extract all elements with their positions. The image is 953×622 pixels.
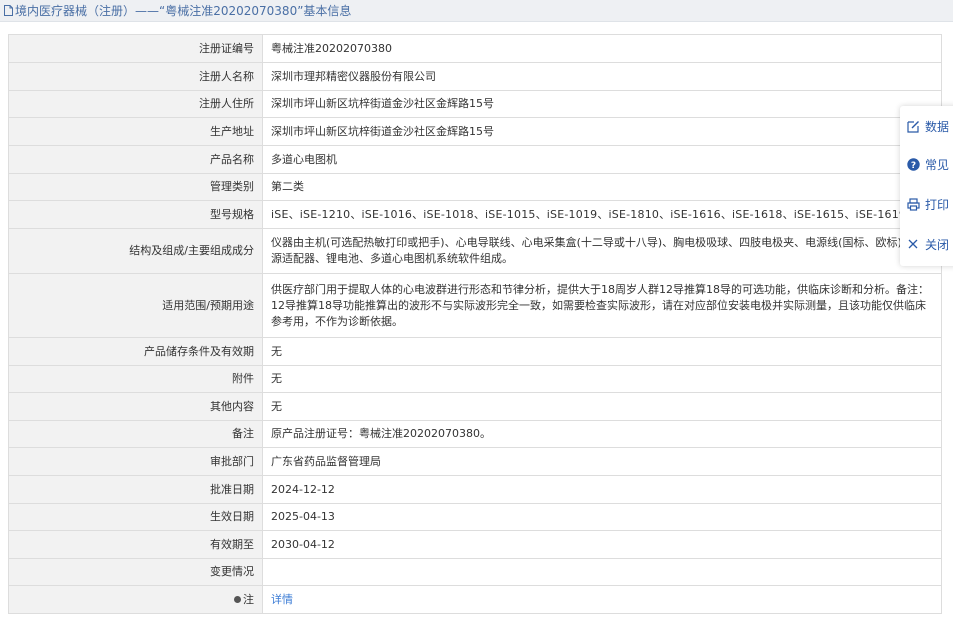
table-row: 注册证编号 粤械注准20202070380 xyxy=(8,34,942,63)
row-value: 无 xyxy=(262,337,942,366)
row-label: 审批部门 xyxy=(8,447,263,476)
row-label: 生产地址 xyxy=(8,117,263,146)
row-label: 批准日期 xyxy=(8,475,263,504)
row-label-note: 注 xyxy=(8,585,263,614)
table-row: 型号规格 iSE、iSE-1210、iSE-1016、iSE-1018、iSE-… xyxy=(8,200,942,229)
row-value: 无 xyxy=(262,392,942,421)
row-value: 无 xyxy=(262,365,942,393)
row-value xyxy=(262,558,942,586)
row-label: 型号规格 xyxy=(8,200,263,229)
row-value: 深圳市坪山新区坑梓街道金沙社区金辉路15号 xyxy=(262,90,942,118)
table-row: 批准日期 2024-12-12 xyxy=(8,475,942,504)
page-header: 境内医疗器械（注册）——“粤械注准20202070380”基本信息 xyxy=(0,0,953,22)
row-label: 其他内容 xyxy=(8,392,263,421)
side-toolbar: 数据 ? 常见 打印 关闭 xyxy=(900,106,953,266)
table-row: 生产地址 深圳市坪山新区坑梓街道金沙社区金辉路15号 xyxy=(8,117,942,146)
close-button[interactable]: 关闭 xyxy=(900,228,953,260)
row-label: 产品储存条件及有效期 xyxy=(8,337,263,366)
row-label: 管理类别 xyxy=(8,173,263,201)
document-icon xyxy=(4,5,13,16)
row-value: 仪器由主机(可选配热敏打印或把手)、心电导联线、心电采集盒(十二导或十八导)、胸… xyxy=(262,228,942,274)
page-title: 境内医疗器械（注册）——“粤械注准20202070380”基本信息 xyxy=(15,4,352,18)
printer-icon xyxy=(906,197,920,211)
row-label: 注册证编号 xyxy=(8,34,263,63)
row-value: 深圳市坪山新区坑梓街道金沙社区金辉路15号 xyxy=(262,117,942,146)
row-value: 多道心电图机 xyxy=(262,145,942,174)
print-button[interactable]: 打印 xyxy=(900,188,953,220)
row-label: 注册人住所 xyxy=(8,90,263,118)
faq-button-label: 常见 xyxy=(925,157,950,172)
table-row: 注册人名称 深圳市理邦精密仪器股份有限公司 xyxy=(8,62,942,91)
row-value: 2030-04-12 xyxy=(262,530,942,559)
row-label: 生效日期 xyxy=(8,503,263,531)
row-label: 注 xyxy=(243,592,254,606)
info-table: 注册证编号 粤械注准20202070380 注册人名称 深圳市理邦精密仪器股份有… xyxy=(8,34,942,614)
row-value: 深圳市理邦精密仪器股份有限公司 xyxy=(262,62,942,91)
table-row: 结构及组成/主要组成成分 仪器由主机(可选配热敏打印或把手)、心电导联线、心电采… xyxy=(8,228,942,274)
table-row: 其他内容 无 xyxy=(8,392,942,421)
edit-icon xyxy=(906,119,920,133)
svg-text:?: ? xyxy=(910,161,915,171)
question-icon: ? xyxy=(906,157,920,171)
close-icon xyxy=(906,237,920,251)
details-link[interactable]: 详情 xyxy=(271,593,293,606)
row-value: iSE、iSE-1210、iSE-1016、iSE-1018、iSE-1015、… xyxy=(262,200,942,229)
table-row: 有效期至 2030-04-12 xyxy=(8,530,942,559)
row-label: 结构及组成/主要组成成分 xyxy=(8,228,263,274)
table-row: 生效日期 2025-04-13 xyxy=(8,503,942,531)
row-value: 2025-04-13 xyxy=(262,503,942,531)
table-row: 注 详情 xyxy=(8,585,942,614)
row-value: 原产品注册证号：粤械注准20202070380。 xyxy=(262,420,942,448)
row-value: 广东省药品监督管理局 xyxy=(262,447,942,476)
table-row: 适用范围/预期用途 供医疗部门用于提取人体的心电波群进行形态和节律分析，提供大于… xyxy=(8,273,942,338)
faq-button[interactable]: ? 常见 xyxy=(900,148,953,180)
table-row: 产品名称 多道心电图机 xyxy=(8,145,942,174)
row-label: 附件 xyxy=(8,365,263,393)
row-label: 注册人名称 xyxy=(8,62,263,91)
table-row: 审批部门 广东省药品监督管理局 xyxy=(8,447,942,476)
row-label: 产品名称 xyxy=(8,145,263,174)
row-label: 变更情况 xyxy=(8,558,263,586)
row-value: 第二类 xyxy=(262,173,942,201)
table-row: 变更情况 xyxy=(8,558,942,586)
row-value: 详情 xyxy=(262,585,942,614)
data-button-label: 数据 xyxy=(925,119,950,134)
table-row: 注册人住所 深圳市坪山新区坑梓街道金沙社区金辉路15号 xyxy=(8,90,942,118)
data-button[interactable]: 数据 xyxy=(900,110,953,142)
row-value: 2024-12-12 xyxy=(262,475,942,504)
row-value: 粤械注准20202070380 xyxy=(262,34,942,63)
close-button-label: 关闭 xyxy=(925,237,950,252)
table-row: 产品储存条件及有效期 无 xyxy=(8,337,942,366)
table-row: 管理类别 第二类 xyxy=(8,173,942,201)
row-label: 备注 xyxy=(8,420,263,448)
pin-icon xyxy=(234,595,241,603)
print-button-label: 打印 xyxy=(925,197,950,212)
row-value: 供医疗部门用于提取人体的心电波群进行形态和节律分析，提供大于18周岁人群12导推… xyxy=(262,273,942,338)
table-row: 附件 无 xyxy=(8,365,942,393)
table-row: 备注 原产品注册证号：粤械注准20202070380。 xyxy=(8,420,942,448)
row-label: 有效期至 xyxy=(8,530,263,559)
row-label: 适用范围/预期用途 xyxy=(8,273,263,338)
